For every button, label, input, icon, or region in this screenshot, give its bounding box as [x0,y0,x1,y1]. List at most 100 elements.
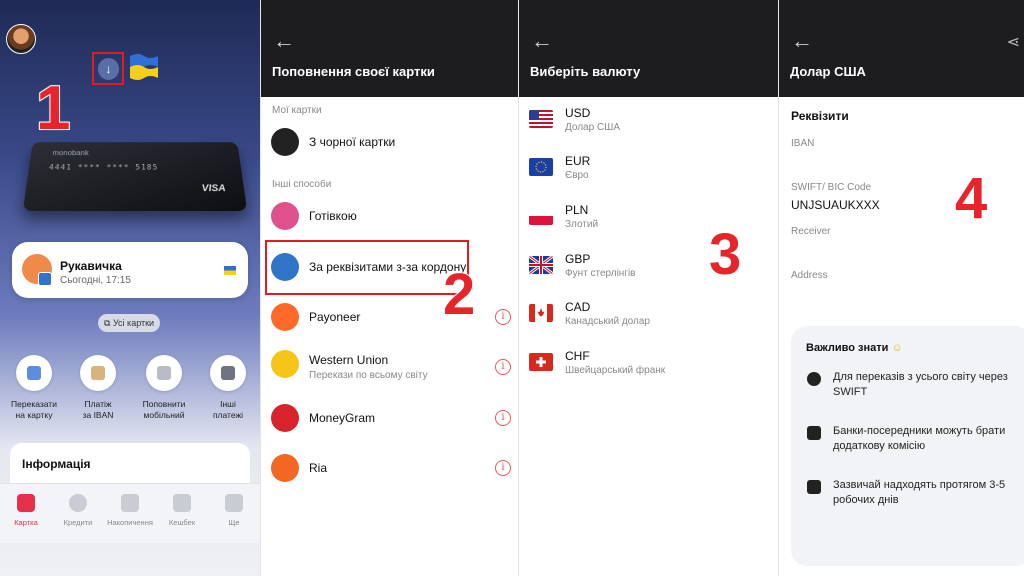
action-label: Платіж за IBAN [82,399,114,420]
field-label-swift: SWIFT/ BIC Code [791,182,872,193]
percent-icon [807,426,821,440]
method-ria[interactable]: Ria i [271,454,511,484]
currency-name: Злотий [565,219,599,230]
tab-savings[interactable]: Накопичення [104,494,156,527]
currency-select-panel: ← Виберіть валюту USD Долар США EUR Євро [518,0,778,576]
currency-code: CHF [565,349,590,363]
method-label: Ria [309,461,328,475]
info-icon[interactable]: i [495,460,511,476]
usa-flag-icon [529,110,553,128]
field-label-iban: IBAN [791,138,815,149]
cards-icon: ⧉ [104,318,113,328]
all-cards-label: Усі картки [112,318,155,328]
back-arrow-icon[interactable]: ← [273,30,295,52]
section-my-cards: Мої картки [272,105,322,116]
currency-name: Канадський долар [565,316,650,327]
currency-code: CAD [565,300,591,314]
topup-arrow-icon[interactable]: ↓ [98,58,119,80]
currency-code: GBP [565,252,591,266]
step-number-3: 3 [708,222,742,287]
step-number-1: 1 [35,74,72,143]
globe-icon [271,253,299,281]
field-value-swift[interactable]: UNJSUAUKXXX [791,198,880,212]
action-label: Інші платежі [212,399,244,420]
bottom-tab-bar: Картка Кредити Накопичення Кешбек Ще [0,483,260,543]
ukraine-flag-icon [130,54,158,80]
action-transfer-to-card[interactable]: Переказати на картку [3,355,65,421]
moneygram-logo-icon [271,404,299,432]
field-label-address: Address [791,270,828,281]
back-arrow-icon[interactable]: ← [531,30,553,52]
action-other-payments[interactable]: Інші платежі [197,355,259,421]
method-label: Western Union [309,353,389,367]
canada-flag-icon [529,304,553,322]
method-western-union[interactable]: Western Union Перекази по всьому світу i [271,350,511,381]
tab-label: Кредити [63,518,93,527]
document-icon [91,366,105,380]
share-icon[interactable]: ⋖ [1007,32,1020,52]
grid-dots-icon [225,494,243,512]
step-number-4: 4 [954,166,988,231]
payoneer-logo-icon [271,303,299,331]
ria-logo-icon [271,454,299,482]
method-moneygram[interactable]: MoneyGram i [271,404,511,434]
action-label: Поповнити мобільний [142,399,186,420]
tab-cashback[interactable]: Кешбек [156,494,208,527]
info-title: Інформація [22,457,91,471]
action-iban-payment[interactable]: Платіж за IBAN [67,355,129,421]
account-item[interactable]: Рукавичка Сьогодні, 17:15 [12,242,248,298]
currency-name: Євро [565,170,589,181]
switzerland-flag-icon [529,353,553,371]
action-label: Переказати на картку [11,399,57,420]
header: ← Виберіть валюту [519,0,778,97]
gift-icon [173,494,191,512]
important-title: Важливо знати ☺ [806,342,903,354]
info-icon[interactable]: i [495,410,511,426]
all-cards-button[interactable]: ⧉ Усі картки [98,314,161,332]
tab-label: Накопичення [107,518,153,527]
section-other-ways: Інші способи [272,179,332,190]
info-text: Банки-посередники можуть брати додаткову… [833,425,1006,452]
ukraine-flag-small-icon [224,266,236,275]
card-number: 4441 **** **** 5185 [48,163,159,172]
card-network: VISA [201,183,227,195]
currency-name: Фунт стерлінгів [565,268,636,279]
method-label: Готівкою [309,209,357,223]
currency-code: PLN [565,203,589,217]
bank-card[interactable]: monobank 4441 **** **** 5185 VISA [22,142,248,211]
avatar[interactable] [6,24,36,54]
info-icon[interactable]: i [495,359,511,375]
currency-code: USD [565,106,591,120]
tab-label: Картка [14,518,38,527]
currency-name: Долар США [565,122,621,133]
eu-flag-icon [529,158,553,176]
header: ← Поповнення своєї картки [261,0,518,97]
info-text: Зазвичай надходять протягом 3-5 робочих … [833,479,1006,506]
currency-eur[interactable]: EUR Євро [529,152,769,188]
account-name: Рукавичка [60,259,122,273]
tab-more[interactable]: Ще [208,494,260,527]
requisites-title: Реквізити [791,109,849,123]
western-union-logo-icon [271,350,299,378]
card-brand: monobank [52,149,90,157]
page-title: Поповнення своєї картки [272,64,435,79]
tab-label: Кешбек [168,518,196,527]
field-label-receiver: Receiver [791,226,831,237]
method-cash[interactable]: Готівкою [271,202,511,232]
currency-chf[interactable]: CHF Швейцарський франк [529,347,769,383]
method-black-card[interactable]: З чорної картки [271,128,511,158]
action-topup-mobile[interactable]: Поповнити мобільний [133,355,195,421]
tab-credits[interactable]: Кредити [52,494,104,527]
requisites-panel: ← Долар США ⋖ Реквізити IBAN SWIFT/ BIC … [778,0,1024,576]
wallet-icon [221,366,235,380]
back-arrow-icon[interactable]: ← [791,30,813,52]
info-icon[interactable]: i [495,309,511,325]
currency-usd[interactable]: USD Долар США [529,104,769,140]
currency-cad[interactable]: CAD Канадський долар [529,298,769,334]
tab-card[interactable]: Картка [0,494,52,527]
uk-flag-icon [529,256,553,274]
currency-code: EUR [565,154,591,168]
cards-tab-icon [17,494,35,512]
account-time: Сьогодні, 17:15 [60,275,131,286]
pie-chart-icon [69,494,87,512]
